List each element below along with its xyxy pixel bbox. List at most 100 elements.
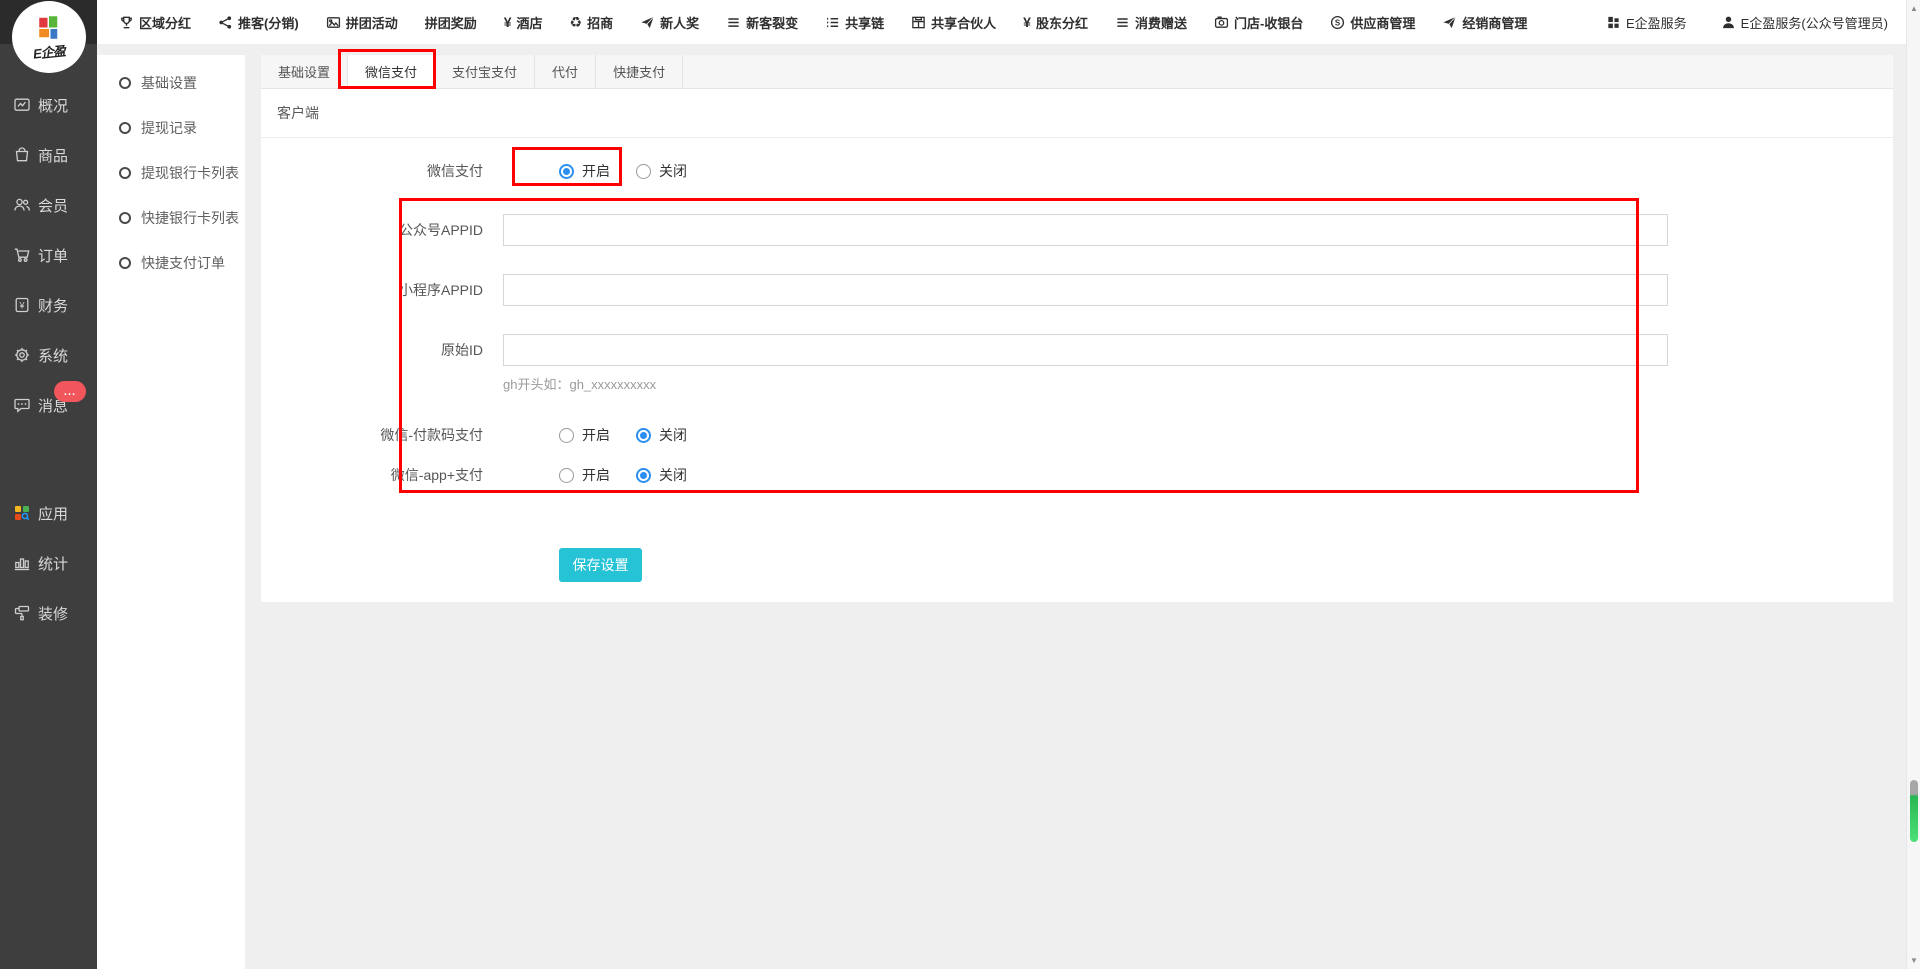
main-panel: 基础设置 微信支付 支付宝支付 代付 快捷支付 客户端 微信支付 开启 关闭 公… [261,55,1893,602]
nav-item-label: E企盈服务 [1626,13,1687,32]
nav-item-supplier-mgmt[interactable]: S 供应商管理 [1330,13,1415,32]
sidebar-item-orders[interactable]: 订单 [0,230,97,280]
sidebar: E企盈 概况 商品 会员 订单 ¥ 财务 系统 消息 ... [0,0,97,969]
sidebar-item-messages[interactable]: 消息 ... [0,380,97,430]
sidebar-item-apps[interactable]: 应用 [0,488,97,538]
circle-icon [119,77,131,89]
topbar-right: E企盈服务 E企盈服务(公众号管理员) [1606,13,1888,32]
mini-appid-input[interactable] [503,274,1668,306]
submenu-item-quick-bankcards[interactable]: 快捷银行卡列表 [97,195,245,240]
stats-bars-icon [13,554,31,572]
radio-option-off[interactable]: 关闭 [636,465,687,485]
top-navigation: 区域分红 推客(分销) 拼团活动 拼团奖励 ¥ 酒店 ♻ 招商 新人奖 新客裂变… [97,0,1906,44]
radio-option-off[interactable]: 关闭 [636,161,687,181]
sidebar-item-design[interactable]: 装修 [0,588,97,638]
svg-text:¥: ¥ [18,301,25,311]
sidebar-item-finance[interactable]: ¥ 财务 [0,280,97,330]
sidebar-item-label: 会员 [38,195,68,216]
nav-item-promoter[interactable]: 推客(分销) [218,13,299,32]
tab-remit-pay[interactable]: 代付 [535,55,596,88]
brand-logo[interactable]: E企盈 [12,1,86,73]
radio-icon [636,468,651,483]
form-row-app-pay: 微信-app+支付 开启 关闭 [261,457,1893,493]
sidebar-item-goods[interactable]: 商品 [0,130,97,180]
tab-basic-settings[interactable]: 基础设置 [261,55,348,88]
radio-icon [559,468,574,483]
nav-item-service[interactable]: E企盈服务 [1606,13,1687,32]
nav-item-account[interactable]: E企盈服务(公众号管理员) [1721,13,1888,32]
sidebar-item-system[interactable]: 系统 [0,330,97,380]
recycle-icon: ♻ [570,15,583,29]
goods-bag-icon [13,146,31,164]
nav-item-label: 区域分红 [139,13,191,32]
nav-item-label: 新客裂变 [746,13,798,32]
nav-item-group-reward[interactable]: 拼团奖励 [425,13,477,32]
tab-alipay[interactable]: 支付宝支付 [435,55,535,88]
save-settings-button[interactable]: 保存设置 [559,548,642,582]
radio-icon [559,164,574,179]
person-icon [1721,15,1736,30]
sidebar-item-overview[interactable]: 概况 [0,80,97,130]
submenu-item-basic-settings[interactable]: 基础设置 [97,60,245,105]
nav-item-label: 拼团活动 [346,13,398,32]
submenu-item-withdraw-records[interactable]: 提现记录 [97,105,245,150]
nav-item-label: 经销商管理 [1462,13,1527,32]
nav-item-investment[interactable]: ♻ 招商 [570,13,614,32]
submenu-item-label: 快捷银行卡列表 [141,208,239,228]
submenu-item-label: 提现银行卡列表 [141,163,239,183]
nav-item-share-partner[interactable]: 共享合伙人 [911,13,996,32]
radio-option-on[interactable]: 开启 [559,425,610,445]
appid-input[interactable] [503,214,1668,246]
radio-icon [636,428,651,443]
field-label: 微信-app+支付 [261,465,503,485]
form-row-original-id: 原始ID [261,334,1893,366]
form-row-wechat-pay-switch: 微信支付 开启 关闭 [261,153,1893,189]
nav-item-hotel[interactable]: ¥ 酒店 [504,13,543,32]
original-id-input[interactable] [503,334,1668,366]
nav-item-label: 酒店 [517,13,543,32]
paper-plane-icon [640,15,655,30]
radio-option-on[interactable]: 开启 [559,465,610,485]
radio-option-on[interactable]: 开启 [559,161,610,181]
sidebar-item-label: 应用 [38,503,68,524]
sidebar-item-stats[interactable]: 统计 [0,538,97,588]
submenu-item-label: 提现记录 [141,118,197,138]
tab-wechat-pay[interactable]: 微信支付 [348,55,435,88]
section-client: 客户端 [261,89,1893,138]
nav-item-store-cashier[interactable]: 门店-收银台 [1214,13,1303,32]
field-label: 微信-付款码支付 [261,425,503,445]
finance-yen-icon: ¥ [13,296,31,314]
nav-item-label: 供应商管理 [1350,13,1415,32]
radio-option-off[interactable]: 关闭 [636,425,687,445]
nav-item-label: 拼团奖励 [425,13,477,32]
nav-item-dealer-mgmt[interactable]: 经销商管理 [1442,13,1527,32]
tab-quick-pay[interactable]: 快捷支付 [596,55,683,88]
section-title: 客户端 [277,103,319,123]
field-label: 小程序APPID [261,280,503,300]
sidebar-item-members[interactable]: 会员 [0,180,97,230]
nav-item-new-customer[interactable]: 新客裂变 [726,13,798,32]
nav-item-region-bonus[interactable]: 区域分红 [119,13,191,32]
scrollbar-up-arrow-icon[interactable]: ▲ [1907,4,1920,13]
nav-item-group-activity[interactable]: 拼团活动 [326,13,398,32]
submenu-item-withdraw-bankcards[interactable]: 提现银行卡列表 [97,150,245,195]
nav-item-share-chain[interactable]: 共享链 [825,13,884,32]
sidebar-item-label: 系统 [38,345,68,366]
apps-colored-icon [13,504,31,522]
nav-item-consume-gift[interactable]: 消费赠送 [1115,13,1187,32]
store-camera-icon [1214,15,1229,30]
bars-icon [1115,15,1130,30]
bars-icon [726,15,741,30]
nav-item-newcomer-award[interactable]: 新人奖 [640,13,699,32]
paint-roller-icon [13,604,31,622]
radio-icon [636,164,651,179]
app-pay-radio-group: 开启 关闭 [559,465,687,485]
nav-item-label: 推客(分销) [238,13,299,32]
scrollbar-thumb[interactable] [1910,780,1918,842]
scrollbar-down-arrow-icon[interactable]: ▼ [1907,956,1920,965]
nav-item-shareholder-bonus[interactable]: ¥ 股东分红 [1023,13,1088,32]
sidebar-item-label: 装修 [38,603,68,624]
field-label: 微信支付 [261,161,503,181]
field-label: 原始ID [261,340,503,360]
submenu-item-quick-pay-orders[interactable]: 快捷支付订单 [97,240,245,285]
